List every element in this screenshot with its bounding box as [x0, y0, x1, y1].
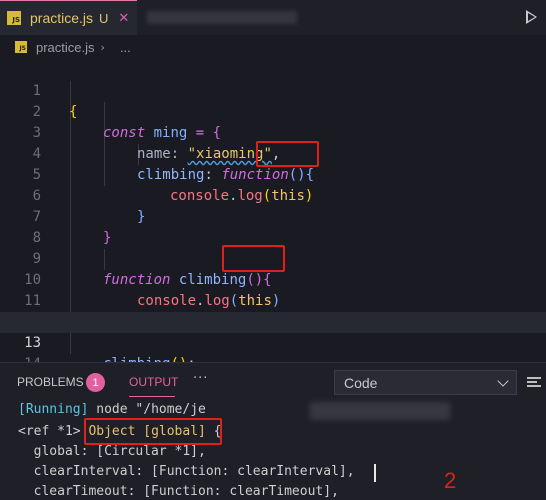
text-cursor [374, 464, 376, 482]
output-channel-select[interactable]: Code [334, 370, 517, 395]
output-line: [Running] node "/home/je [18, 400, 206, 420]
blurred-path [310, 402, 450, 420]
js-file-icon: JS [15, 41, 27, 53]
problems-count-badge: 1 [86, 373, 105, 392]
more-icon[interactable]: ··· [193, 371, 208, 386]
code-line: 3 name: "xiaoming", [0, 102, 546, 162]
tab-filename: practice.js [30, 10, 94, 26]
output-line: global: [Circular *1], [18, 444, 206, 459]
list-filter-icon[interactable] [527, 376, 541, 390]
breadcrumb-file[interactable]: practice.js [36, 40, 95, 55]
play-icon[interactable] [526, 10, 537, 24]
code-editor[interactable]: 1 { 2 const ming = { 3 name: "xiaoming",… [0, 60, 546, 393]
chevron-right-icon: › [100, 40, 105, 54]
current-code-line: 13 climbing(); [0, 312, 546, 372]
blurred-tab[interactable] [147, 11, 297, 24]
active-tab-indicator [129, 396, 175, 397]
code-line: 8 [0, 207, 546, 246]
output-line: clearInterval: [Function: clearInterval]… [18, 464, 355, 479]
highlight-box [256, 141, 319, 167]
code-line: 7 } [0, 186, 546, 246]
code-line: 1 { [0, 60, 546, 120]
tab-bar: JS practice.js U ✕ [0, 0, 546, 35]
code-line: 14 } [0, 333, 546, 393]
js-file-icon: JS [7, 11, 21, 25]
tab-practice-js[interactable]: JS practice.js U ✕ [0, 0, 137, 35]
chevron-down-icon [497, 375, 509, 387]
highlight-box [84, 418, 222, 445]
tab-problems[interactable]: PROBLEMS [17, 375, 84, 389]
breadcrumb-symbols[interactable]: ... [120, 40, 131, 55]
output-line: clearTimeout: [Function: clearTimeout], [18, 484, 339, 499]
output-token: <ref *1> [18, 424, 81, 439]
highlight-box [222, 245, 285, 272]
tab-output[interactable]: OUTPUT [129, 375, 178, 389]
annotation-number: 2 [444, 468, 457, 493]
code-line: 6 } [0, 165, 546, 225]
output-channel-value: Code [344, 374, 378, 391]
close-tab-button[interactable]: ✕ [118, 11, 129, 26]
code-line: 11 } [0, 270, 546, 330]
code-line: 2 const ming = { [0, 81, 546, 141]
breadcrumb: JS practice.js › ... [0, 36, 546, 58]
code-line: 12 [0, 291, 546, 330]
output-token: [Running] [18, 402, 89, 417]
modified-indicator: U [99, 10, 109, 26]
output-token: node "/home/je [88, 402, 206, 417]
